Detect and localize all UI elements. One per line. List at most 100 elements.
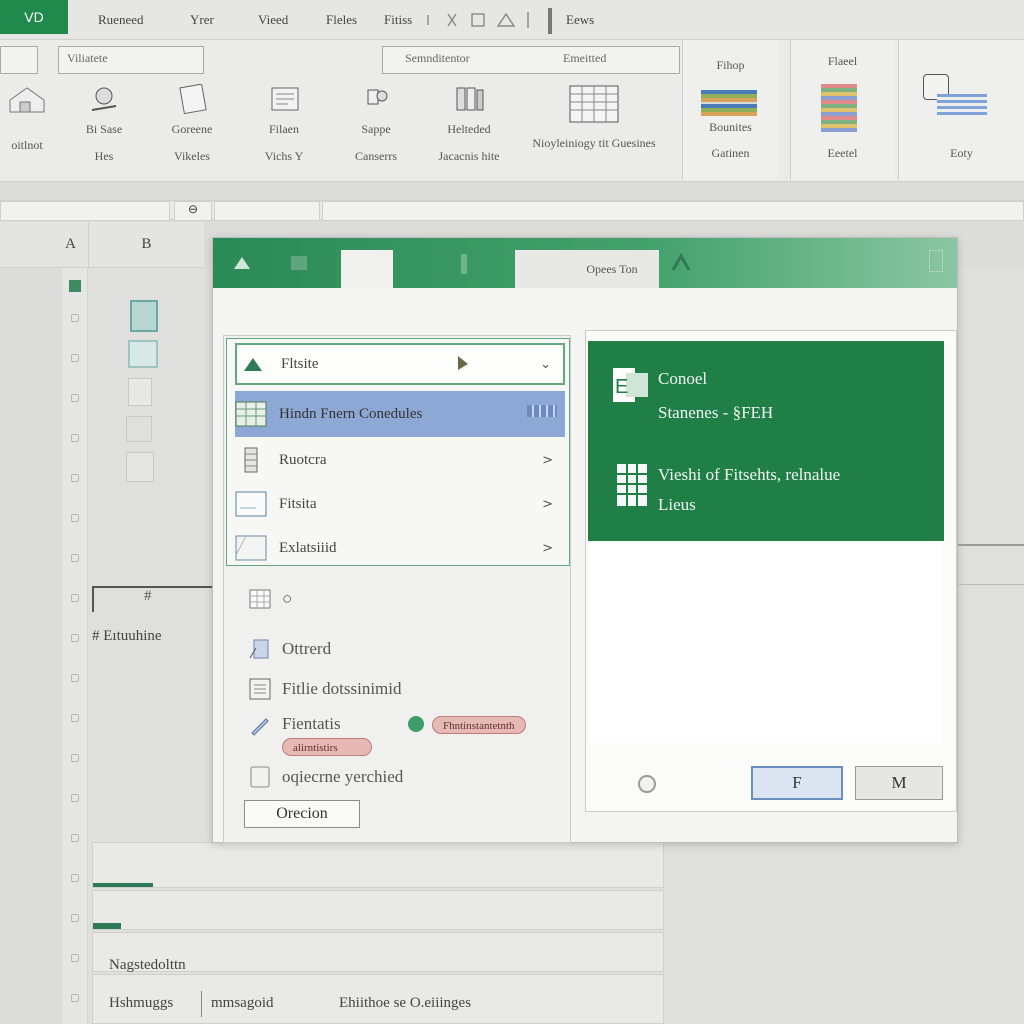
tab-marker-icon[interactable] (461, 254, 467, 274)
list-item-label: Hindn Fnern Conedules (279, 405, 423, 422)
menu-item-2[interactable]: Yrer (190, 12, 214, 28)
row-header[interactable] (71, 354, 79, 362)
option-button[interactable]: Orecion (244, 800, 360, 828)
tag-pill-1[interactable]: Fhntinstantetnth (432, 716, 526, 734)
row-header[interactable] (71, 754, 79, 762)
name-box-toggle[interactable]: ⊖ (174, 201, 212, 221)
option-row[interactable]: Fientatis alirntistirs Fhntinstantetnth (248, 714, 526, 756)
radio-icon[interactable] (638, 775, 656, 793)
leaf-icon[interactable] (233, 256, 251, 270)
column-header-a[interactable]: A (0, 222, 88, 268)
check-badge-icon[interactable] (408, 716, 424, 732)
row-header[interactable] (71, 674, 79, 682)
color-swatch-icon[interactable] (701, 90, 757, 116)
row-header[interactable] (71, 394, 79, 402)
menu-item-3[interactable]: Vieed (258, 12, 288, 28)
app-badge[interactable]: VD (0, 0, 68, 34)
secondary-button[interactable]: M (855, 766, 943, 800)
status-item-2[interactable]: mmsagoid (211, 995, 274, 1012)
ribbon-button-1[interactable]: oitlnot (0, 84, 54, 153)
shapes-icon (344, 84, 408, 118)
preview-area (588, 543, 942, 743)
row-header[interactable] (71, 914, 79, 922)
row-header[interactable] (71, 634, 79, 642)
menu-item-1[interactable]: Rueneed (98, 12, 143, 28)
row-header[interactable] (71, 834, 79, 842)
ribbon-group-3-sub: Eoty (950, 146, 973, 160)
formula-input[interactable] (322, 201, 1024, 221)
list-item[interactable]: Exlatsiiid > (235, 527, 565, 569)
column-header-b[interactable]: B (88, 222, 204, 268)
keyboard-icon[interactable] (527, 405, 557, 417)
list-item[interactable]: Fitsita > (235, 483, 565, 525)
ribbon-function-field[interactable]: Semnditentor Emeitted (382, 46, 680, 74)
row-header[interactable] (71, 714, 79, 722)
cell-icon-1 (130, 300, 158, 332)
resize-handle-icon[interactable] (929, 250, 943, 272)
ribbon-field-stub[interactable] (0, 46, 38, 74)
ribbon-button-5-label: Canserrs (355, 149, 397, 163)
list-style-icon[interactable] (937, 94, 987, 118)
menu-item-6[interactable]: Eews (566, 12, 594, 28)
row-header[interactable] (71, 514, 79, 522)
row-header[interactable] (71, 794, 79, 802)
ribbon-button-1-label: oitlnot (11, 138, 43, 152)
ribbon-button-2-label: Hes (94, 149, 114, 163)
option-row[interactable]: Ottrerd (248, 638, 331, 660)
status-item-1[interactable]: Hshmuggs (109, 995, 173, 1012)
option-label: Ottrerd (282, 639, 332, 658)
tab-placeholder-icon[interactable] (291, 256, 307, 270)
primary-button[interactable]: F (751, 766, 843, 800)
row-header[interactable] (71, 874, 79, 882)
bottom-progress-1 (93, 883, 153, 887)
list-item[interactable]: Hindn Fnern Conedules (235, 391, 565, 437)
row-header[interactable] (71, 474, 79, 482)
row-header[interactable] (71, 314, 79, 322)
option-row[interactable]: Fitlie dotssinimid (248, 678, 402, 700)
tag-pill-2[interactable]: alirntistirs (282, 738, 372, 756)
sheet-gridline (958, 584, 1024, 585)
dialog-title-bar: Opees Ton (213, 238, 957, 288)
edit-pin-icon[interactable] (457, 355, 469, 371)
chevron-right-icon: > (542, 452, 553, 468)
ribbon-button-5[interactable]: Sappe Canserrs (344, 84, 408, 164)
ribbon-function-label: Semnditentor (405, 51, 470, 65)
option-row[interactable]: oqiecrne yerchied (248, 766, 403, 788)
chevron-down-icon: ⌄ (540, 356, 551, 372)
list-item[interactable]: Fltsite ⌄ (235, 343, 565, 385)
clipboard-icon (160, 83, 224, 118)
menu-item-5[interactable]: Fitiss (384, 12, 412, 28)
note-icon (248, 766, 272, 788)
ribbon-button-7[interactable]: Nioyleiniogy tit Guesines (524, 84, 664, 151)
formula-box[interactable] (214, 201, 320, 221)
ribbon-style-field[interactable]: Viliatete (58, 46, 204, 74)
chart-sparkle-icon[interactable] (671, 252, 691, 272)
bottom-panel-2[interactable] (92, 890, 664, 930)
ribbon-button-6[interactable]: Helteded Jacacnis hite (430, 84, 508, 164)
svg-text:E: E (615, 376, 628, 398)
page-curl-icon (235, 534, 267, 562)
ribbon-button-4-label: Vichs Y (264, 149, 304, 163)
dialog-right-pane: E Conoel Stanenes - §FEH Vieshi of Fitse… (585, 330, 957, 812)
list-item[interactable]: Ruotcra > (235, 439, 565, 481)
quick-access-icons[interactable] (424, 10, 536, 30)
bottom-panel-1[interactable] (92, 842, 664, 888)
row-header[interactable] (71, 994, 79, 1002)
row-header[interactable] (71, 594, 79, 602)
dialog-tab-blank[interactable] (341, 250, 393, 288)
ribbon-button-2[interactable]: Bi Sase Hes (74, 84, 134, 164)
stacked-sheets-icon (248, 638, 272, 660)
name-box[interactable] (0, 201, 170, 221)
option-label: ○ (282, 589, 293, 608)
ribbon-button-3[interactable]: Goreene Vikeles (160, 83, 224, 164)
status-item-3[interactable]: Ehiithoe se O.eiiinges (339, 995, 471, 1012)
dialog: Opees Ton Fltsite ⌄ Hindn Fnern Conedule… (212, 237, 958, 843)
row-header[interactable] (71, 554, 79, 562)
ribbon-button-4[interactable]: Filaen Vichs Y (252, 84, 316, 164)
menu-item-4[interactable]: Fleles (326, 12, 357, 28)
row-header[interactable] (71, 434, 79, 442)
dialog-tab-active[interactable]: Opees Ton (515, 250, 659, 288)
option-row[interactable]: ○ (248, 588, 292, 610)
palette-swatch-icon[interactable] (821, 84, 857, 132)
row-header[interactable] (71, 954, 79, 962)
